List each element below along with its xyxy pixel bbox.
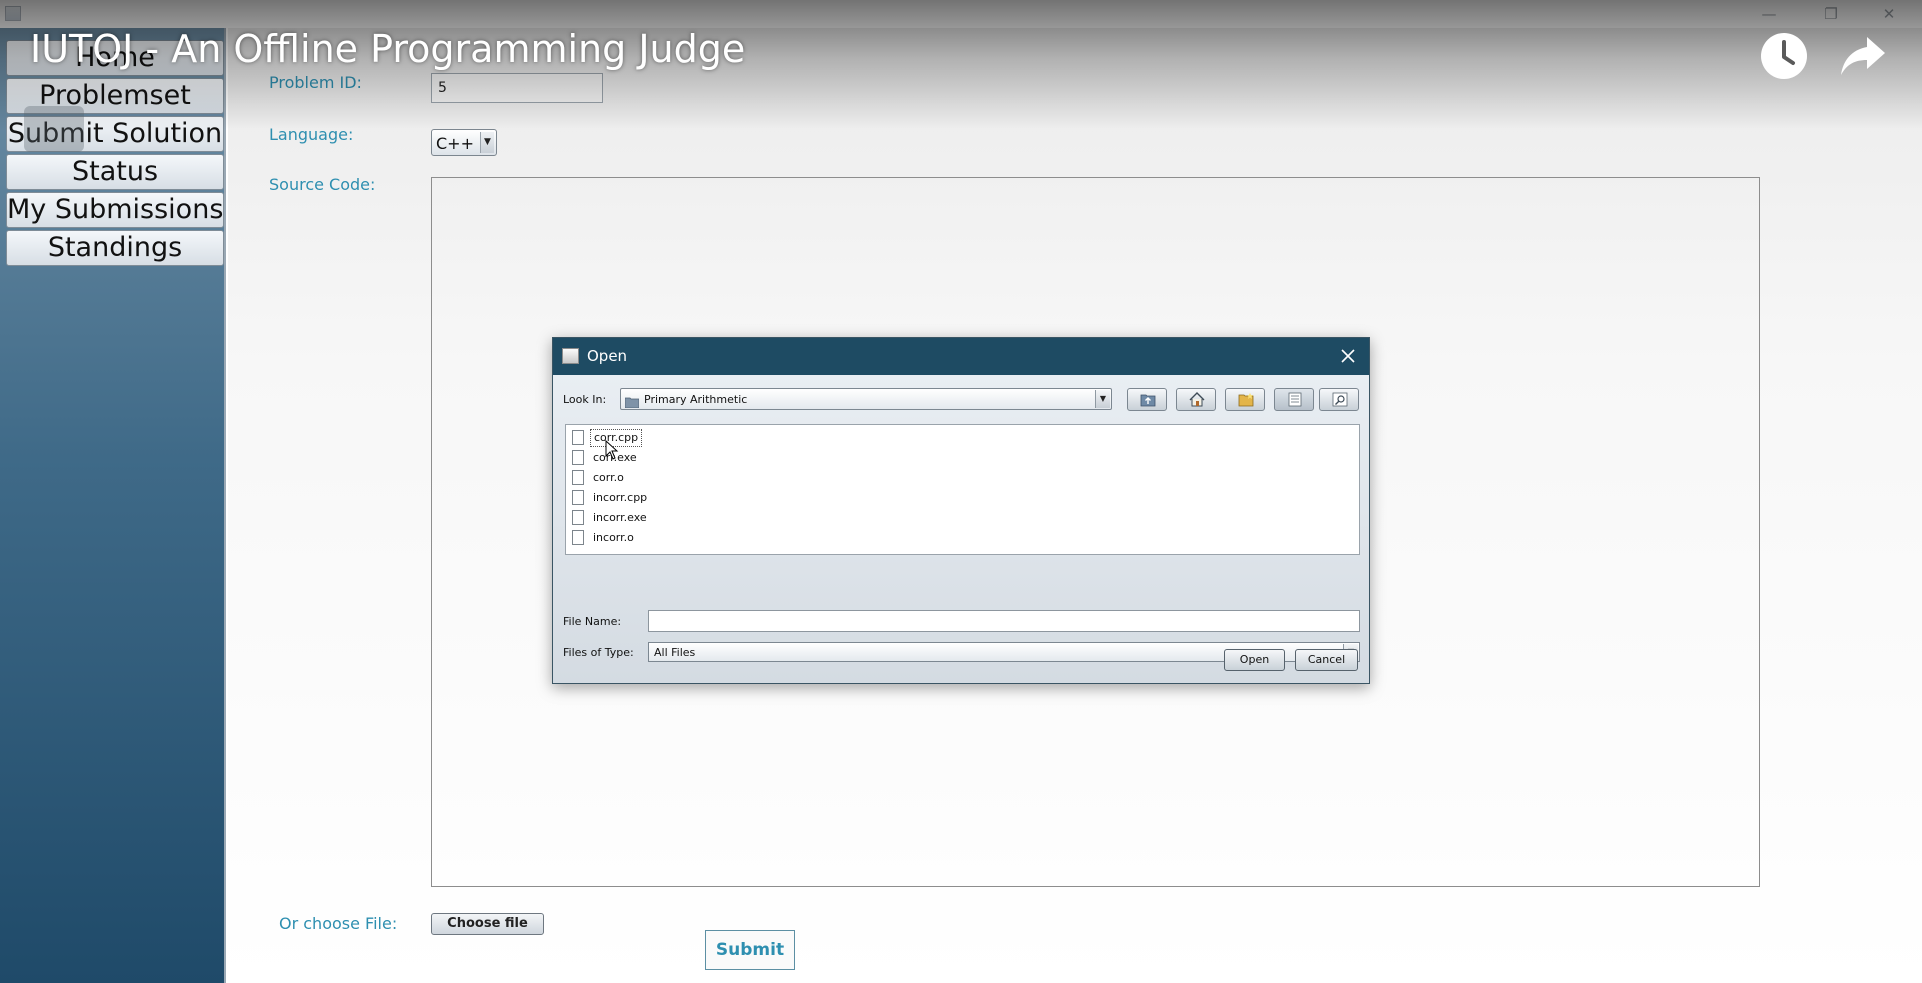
sidebar-item-standings[interactable]: Standings: [6, 230, 224, 266]
file-name-label: File Name:: [563, 615, 622, 628]
list-item[interactable]: corr.exe: [572, 449, 772, 467]
dialog-title: Open: [587, 347, 628, 365]
mouse-pointer-icon: [605, 439, 619, 460]
file-name: incorr.cpp: [593, 491, 648, 504]
cancel-button[interactable]: Cancel: [1295, 649, 1358, 671]
details-view-button[interactable]: [1319, 388, 1359, 411]
share-arrow-icon[interactable]: [1839, 33, 1887, 79]
java-dialog-icon: [562, 348, 579, 364]
file-name: incorr.o: [593, 531, 634, 544]
up-folder-icon: [1140, 394, 1156, 407]
new-folder-button[interactable]: [1225, 388, 1265, 411]
file-list[interactable]: corr.cpp corr.exe corr.o incorr.cpp inco…: [565, 424, 1360, 555]
file-icon: [572, 450, 584, 465]
list-view-icon: [1288, 392, 1302, 407]
list-item[interactable]: corr.o: [572, 469, 772, 487]
clock-icon[interactable]: [1760, 32, 1808, 80]
file-icon: [572, 530, 584, 545]
list-view-button[interactable]: [1274, 388, 1314, 411]
video-title[interactable]: IUTOJ - An Offline Programming Judge: [30, 27, 745, 71]
problem-id-label: Problem ID:: [269, 73, 362, 92]
look-in-combo[interactable]: Primary Arithmetic ▼: [620, 388, 1112, 410]
chevron-down-icon: ▼: [480, 132, 494, 153]
list-item[interactable]: incorr.o: [572, 529, 772, 547]
look-in-label: Look In:: [563, 393, 607, 406]
language-select[interactable]: C++ ▼: [431, 129, 497, 156]
file-name: incorr.exe: [593, 511, 647, 524]
file-name: corr.o: [593, 471, 624, 484]
sidebar: Home Problemset Submit Solution Status M…: [0, 28, 226, 983]
maximize-button[interactable]: ❐: [1808, 2, 1854, 26]
minimize-button[interactable]: —: [1746, 2, 1792, 26]
choose-file-label: Or choose File:: [279, 914, 398, 933]
file-icon: [572, 510, 584, 525]
dialog-body: Look In: Primary Arithmetic ▼ corr.cpp c…: [553, 375, 1369, 683]
sidebar-item-my-submissions[interactable]: My Submissions: [6, 192, 224, 228]
submit-button[interactable]: Submit: [705, 930, 795, 970]
language-label: Language:: [269, 125, 354, 144]
list-item[interactable]: corr.cpp: [572, 429, 772, 447]
up-folder-button[interactable]: [1127, 388, 1167, 411]
window-titlebar: — ❐ ✕: [0, 0, 1922, 28]
language-value: C++: [436, 134, 474, 153]
java-app-icon: [5, 6, 21, 21]
home-icon: [1189, 392, 1205, 407]
file-icon: [572, 490, 584, 505]
close-icon[interactable]: [1337, 345, 1359, 367]
problem-id-input[interactable]: 5: [431, 73, 603, 103]
choose-file-button[interactable]: Choose file: [431, 913, 544, 935]
list-item[interactable]: incorr.exe: [572, 509, 772, 527]
details-view-icon: [1332, 392, 1348, 407]
file-icon: [572, 470, 584, 485]
sidebar-item-status[interactable]: Status: [6, 154, 224, 190]
open-file-dialog: Open Look In: Primary Arithmetic ▼ corr.…: [552, 337, 1370, 684]
chevron-down-icon: ▼: [1095, 390, 1110, 408]
window-close-button[interactable]: ✕: [1866, 2, 1912, 26]
list-item[interactable]: incorr.cpp: [572, 489, 772, 507]
look-in-value: Primary Arithmetic: [644, 393, 748, 406]
files-of-type-value: All Files: [654, 646, 696, 659]
open-button[interactable]: Open: [1224, 649, 1285, 671]
source-code-label: Source Code:: [269, 175, 376, 194]
file-icon: [572, 430, 584, 445]
file-name-field[interactable]: [648, 610, 1360, 632]
folder-icon: [624, 393, 640, 409]
home-button[interactable]: [1176, 388, 1216, 411]
video-ghost-button: [24, 106, 84, 152]
files-of-type-label: Files of Type:: [563, 646, 634, 659]
new-folder-icon: [1238, 393, 1254, 407]
dialog-titlebar[interactable]: Open: [553, 338, 1369, 375]
